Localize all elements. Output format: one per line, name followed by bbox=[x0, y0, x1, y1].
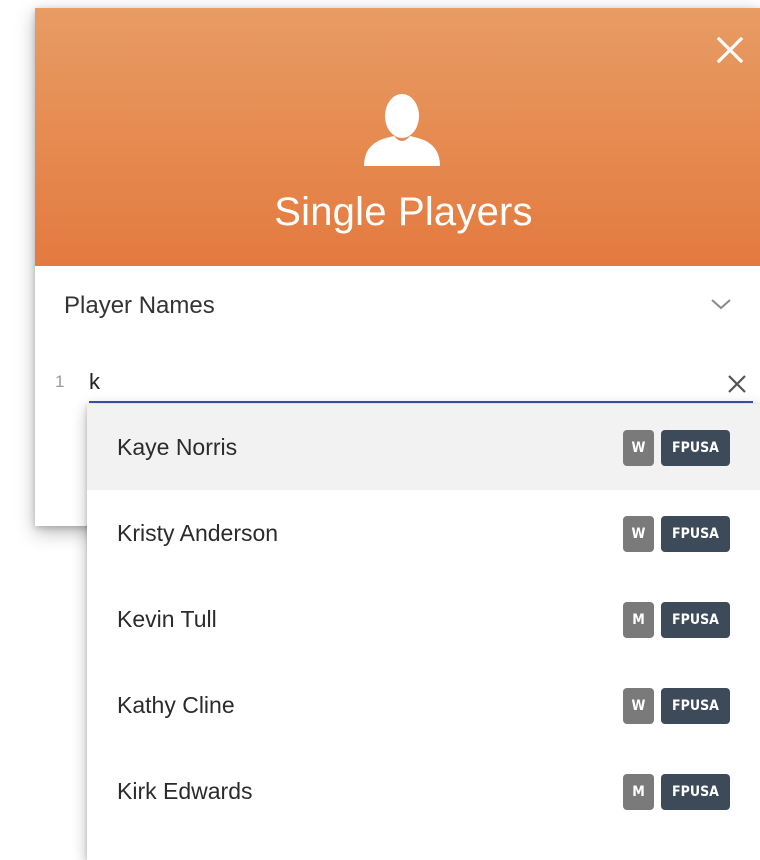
gender-badge: W bbox=[623, 516, 654, 552]
close-icon[interactable] bbox=[726, 373, 748, 395]
org-badge: FPUSA bbox=[661, 516, 730, 552]
suggestion-item[interactable]: Kevin Tull M FPUSA bbox=[87, 576, 760, 662]
suggestion-name: Kathy Cline bbox=[117, 692, 235, 718]
gender-badge: W bbox=[623, 688, 654, 724]
gender-badge: M bbox=[623, 602, 654, 638]
player-row-number: 1 bbox=[55, 372, 65, 391]
section-title: Player Names bbox=[64, 292, 215, 319]
suggestion-name: Kirk Edwards bbox=[117, 778, 253, 804]
org-badge: FPUSA bbox=[661, 602, 730, 638]
player-name-input[interactable] bbox=[89, 363, 753, 403]
gender-badge: M bbox=[623, 774, 654, 810]
org-badge: FPUSA bbox=[661, 430, 730, 466]
suggestion-name: Kaye Norris bbox=[117, 434, 238, 460]
chevron-down-icon[interactable] bbox=[709, 296, 733, 312]
org-badge: FPUSA bbox=[661, 774, 730, 810]
suggestion-name: Kristy Anderson bbox=[117, 520, 279, 546]
org-badge: FPUSA bbox=[661, 688, 730, 724]
suggestion-item[interactable]: Kirk Edwards M FPUSA bbox=[87, 748, 760, 834]
close-icon[interactable] bbox=[714, 34, 746, 66]
gender-badge: W bbox=[623, 430, 654, 466]
person-icon bbox=[362, 88, 442, 168]
dialog-title: Single Players bbox=[274, 190, 533, 234]
suggestion-item[interactable]: Kristy Anderson W FPUSA bbox=[87, 490, 760, 576]
suggestion-item[interactable]: Kathy Cline W FPUSA bbox=[87, 662, 760, 748]
dialog-header: Single Players bbox=[35, 8, 760, 266]
player-suggestions-dropdown: Kaye Norris W FPUSA Kristy Anderson W FP… bbox=[87, 404, 760, 860]
suggestion-name: Kevin Tull bbox=[117, 606, 217, 632]
suggestion-item[interactable]: Kaye Norris W FPUSA bbox=[87, 404, 760, 490]
player-names-section-header[interactable]: Player Names bbox=[35, 266, 760, 336]
